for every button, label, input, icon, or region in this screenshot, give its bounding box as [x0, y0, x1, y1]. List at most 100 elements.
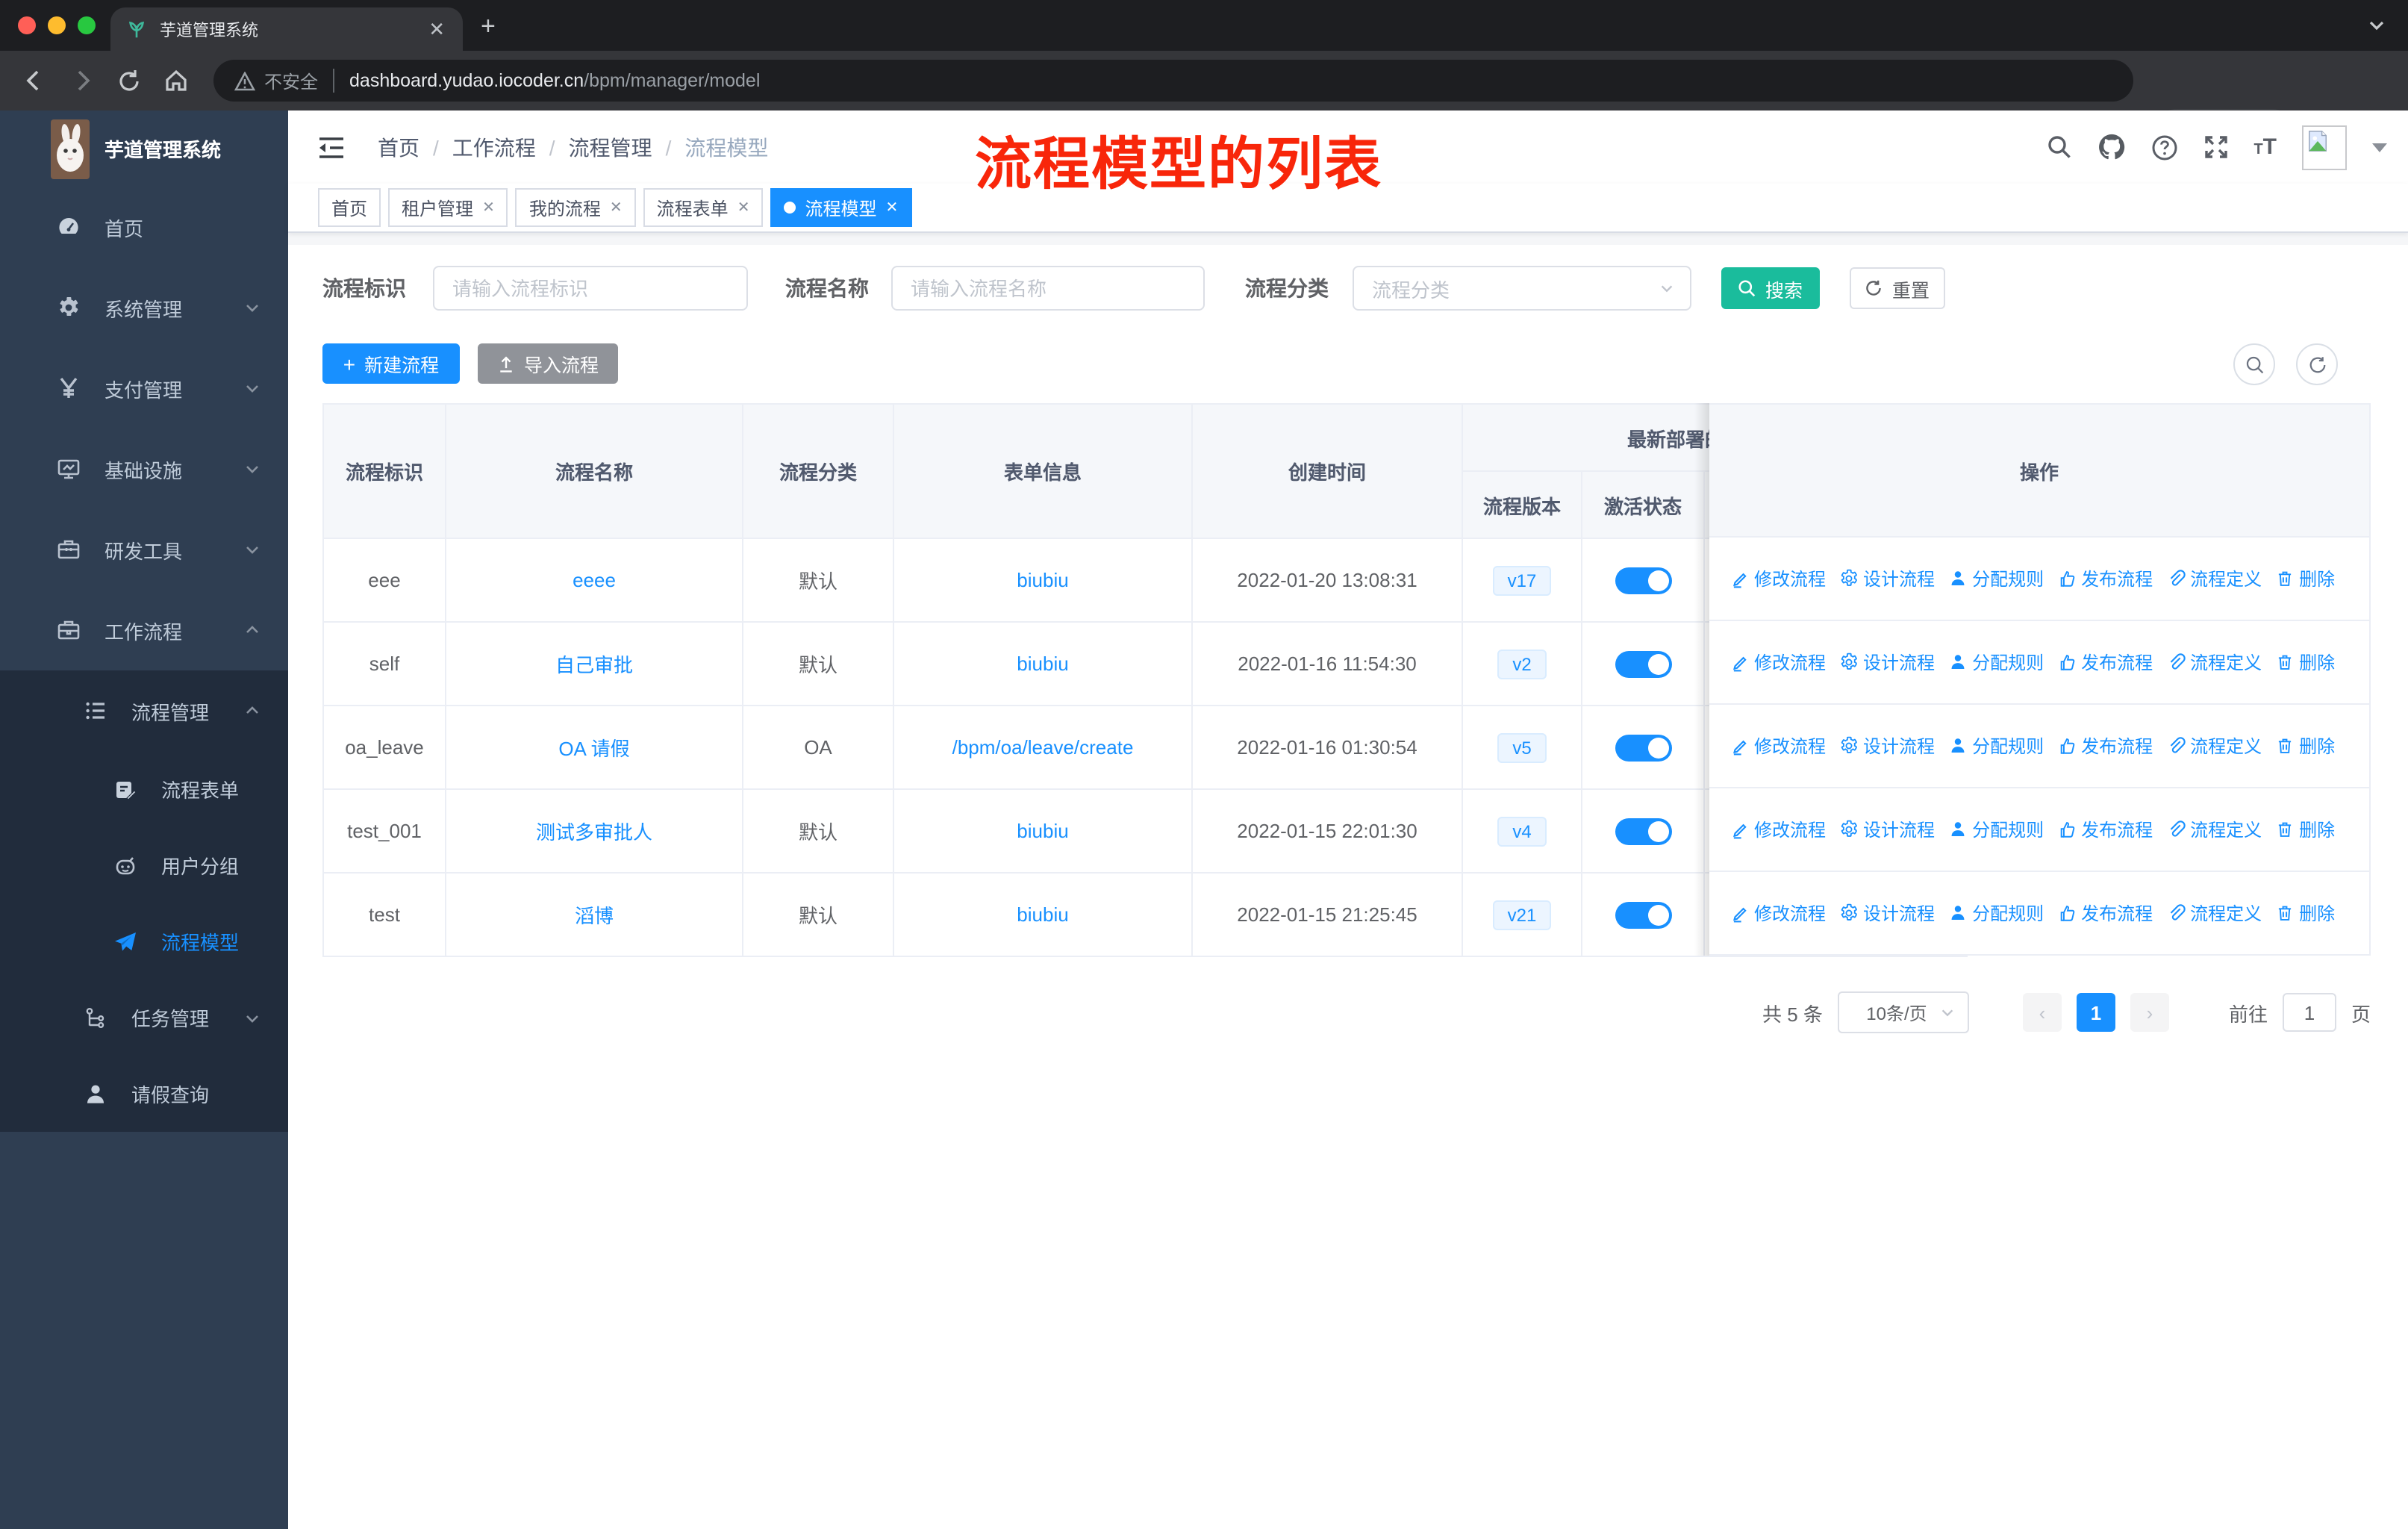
tag-process-form[interactable]: 流程表单 ✕: [643, 188, 764, 227]
form-info-link[interactable]: /bpm/oa/leave/create: [952, 736, 1134, 759]
filter-name-input[interactable]: [891, 266, 1205, 311]
assign-action[interactable]: 分配规则: [1948, 566, 2044, 591]
delete-action[interactable]: 删除: [2275, 650, 2335, 675]
process-name-link[interactable]: eeee: [573, 569, 616, 591]
next-page-button[interactable]: ›: [2130, 993, 2169, 1032]
active-toggle[interactable]: [1615, 901, 1671, 928]
edit-action[interactable]: 修改流程: [1730, 817, 1826, 842]
sidebar-item-workflow[interactable]: 工作流程: [0, 590, 288, 670]
sidebar-item-infra[interactable]: 基础设施: [0, 429, 288, 509]
edit-action[interactable]: 修改流程: [1730, 900, 1826, 926]
design-action[interactable]: 设计流程: [1839, 650, 1935, 675]
form-info-link[interactable]: biubiu: [1017, 653, 1068, 675]
process-name-link[interactable]: 自己审批: [555, 654, 633, 676]
show-search-button[interactable]: [2233, 343, 2275, 385]
tag-my-process[interactable]: 我的流程 ✕: [515, 188, 636, 227]
avatar[interactable]: [2302, 125, 2347, 169]
delete-action[interactable]: 删除: [2275, 566, 2335, 591]
publish-action[interactable]: 发布流程: [2057, 817, 2153, 842]
page-size-select[interactable]: 10条/页: [1837, 991, 1969, 1033]
breadcrumb-home[interactable]: 首页: [378, 132, 419, 162]
tag-close-icon[interactable]: ✕: [737, 199, 750, 216]
edit-action[interactable]: 修改流程: [1730, 650, 1826, 675]
design-action[interactable]: 设计流程: [1839, 900, 1935, 926]
reset-button[interactable]: 重置: [1850, 267, 1945, 309]
active-toggle[interactable]: [1615, 818, 1671, 844]
edit-action[interactable]: 修改流程: [1730, 733, 1826, 759]
sidebar-item-process-model[interactable]: 流程模型: [0, 903, 288, 980]
filter-category-select[interactable]: 流程分类: [1353, 266, 1691, 311]
assign-action[interactable]: 分配规则: [1948, 650, 2044, 675]
design-action[interactable]: 设计流程: [1839, 566, 1935, 591]
sidebar-item-devtools[interactable]: 研发工具: [0, 509, 288, 590]
sidebar-item-payment[interactable]: 支付管理: [0, 348, 288, 429]
definition-action[interactable]: 流程定义: [2166, 900, 2262, 926]
caret-down-icon[interactable]: [2372, 141, 2387, 153]
delete-action[interactable]: 删除: [2275, 817, 2335, 842]
edit-action[interactable]: 修改流程: [1730, 566, 1826, 591]
definition-action[interactable]: 流程定义: [2166, 733, 2262, 759]
new-tab-button[interactable]: +: [481, 12, 496, 42]
tag-close-icon[interactable]: ✕: [886, 199, 899, 216]
definition-action[interactable]: 流程定义: [2166, 650, 2262, 675]
form-info-link[interactable]: biubiu: [1017, 569, 1068, 591]
github-icon[interactable]: [2097, 133, 2125, 161]
not-secure-warning[interactable]: 不安全: [234, 68, 318, 93]
sidebar-item-user-group[interactable]: 用户分组: [0, 827, 288, 903]
font-size-icon[interactable]: TT: [2253, 134, 2277, 160]
collapse-sidebar-icon[interactable]: [318, 135, 345, 159]
sidebar-item-home[interactable]: 首页: [0, 187, 288, 267]
assign-action[interactable]: 分配规则: [1948, 817, 2044, 842]
search-button[interactable]: 搜索: [1721, 267, 1820, 309]
fullscreen-icon[interactable]: [2203, 134, 2228, 160]
definition-action[interactable]: 流程定义: [2166, 817, 2262, 842]
tag-process-model[interactable]: 流程模型 ✕: [770, 188, 912, 227]
delete-action[interactable]: 删除: [2275, 733, 2335, 759]
design-action[interactable]: 设计流程: [1839, 817, 1935, 842]
delete-action[interactable]: 删除: [2275, 900, 2335, 926]
active-toggle[interactable]: [1615, 650, 1671, 677]
back-icon[interactable]: [21, 67, 48, 94]
goto-page-input[interactable]: [2282, 993, 2336, 1032]
help-icon[interactable]: [2150, 134, 2177, 161]
tab-close-icon[interactable]: ✕: [425, 17, 448, 41]
assign-action[interactable]: 分配规则: [1948, 733, 2044, 759]
sidebar-item-task-mgmt[interactable]: 任务管理: [0, 980, 288, 1056]
tab-search-chevron-icon[interactable]: [2366, 15, 2387, 36]
active-toggle[interactable]: [1615, 567, 1671, 594]
address-bar[interactable]: 不安全 dashboard.yudao.iocoder.cn/bpm/manag…: [213, 60, 2133, 102]
page-number-1[interactable]: 1: [2076, 993, 2115, 1032]
process-name-link[interactable]: 测试多审批人: [536, 821, 652, 844]
breadcrumb-process-mgmt[interactable]: 流程管理: [569, 132, 652, 162]
import-process-button[interactable]: 导入流程: [478, 343, 618, 384]
create-process-button[interactable]: + 新建流程: [322, 343, 460, 384]
close-window-button[interactable]: [18, 16, 36, 34]
publish-action[interactable]: 发布流程: [2057, 900, 2153, 926]
publish-action[interactable]: 发布流程: [2057, 566, 2153, 591]
minimize-window-button[interactable]: [48, 16, 66, 34]
app-logo[interactable]: 芋道管理系统: [0, 110, 288, 187]
process-name-link[interactable]: 滔博: [575, 905, 614, 927]
maximize-window-button[interactable]: [78, 16, 96, 34]
tag-close-icon[interactable]: ✕: [482, 199, 495, 216]
definition-action[interactable]: 流程定义: [2166, 566, 2262, 591]
form-info-link[interactable]: biubiu: [1017, 903, 1068, 926]
sidebar-item-process-mgmt[interactable]: 流程管理: [0, 670, 288, 751]
tag-home[interactable]: 首页: [318, 188, 381, 227]
filter-code-input[interactable]: [433, 266, 748, 311]
prev-page-button[interactable]: ‹: [2022, 993, 2062, 1032]
design-action[interactable]: 设计流程: [1839, 733, 1935, 759]
assign-action[interactable]: 分配规则: [1948, 900, 2044, 926]
breadcrumb-workflow[interactable]: 工作流程: [452, 132, 536, 162]
browser-tab[interactable]: 芋道管理系统 ✕: [110, 7, 463, 51]
home-icon[interactable]: [163, 67, 190, 94]
tag-tenant[interactable]: 租户管理 ✕: [388, 188, 508, 227]
form-info-link[interactable]: biubiu: [1017, 820, 1068, 842]
publish-action[interactable]: 发布流程: [2057, 650, 2153, 675]
tag-close-icon[interactable]: ✕: [610, 199, 623, 216]
sidebar-item-process-form[interactable]: 流程表单: [0, 751, 288, 827]
sidebar-item-leave-query[interactable]: 请假查询: [0, 1056, 288, 1132]
reload-icon[interactable]: [116, 68, 142, 93]
active-toggle[interactable]: [1615, 734, 1671, 761]
refresh-table-button[interactable]: [2296, 343, 2338, 385]
